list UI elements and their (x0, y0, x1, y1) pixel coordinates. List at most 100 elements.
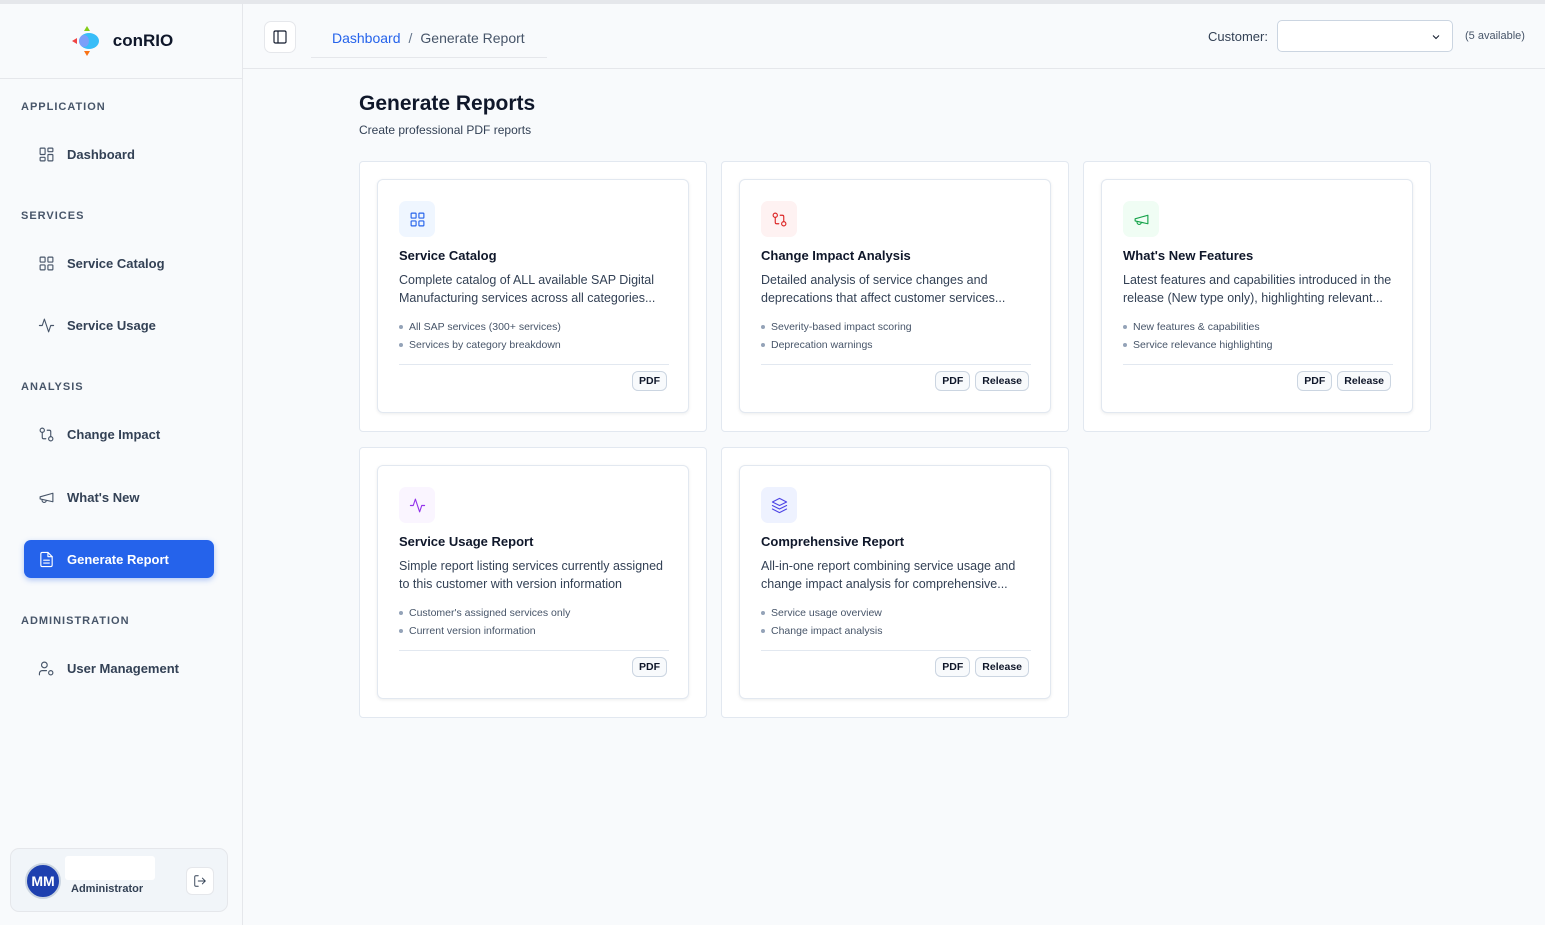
section-title-services: SERVICES (21, 210, 85, 222)
report-feature-item: Services by category breakdown (399, 336, 561, 354)
report-badges: PDF (632, 657, 667, 677)
logo-area[interactable]: conRIO (0, 4, 242, 79)
customer-label: Customer: (1208, 29, 1268, 44)
report-badges: PDF Release (935, 371, 1029, 391)
layers-icon (771, 497, 787, 513)
sidebar-item-dashboard[interactable]: Dashboard (24, 135, 214, 173)
report-feature-item: New features & capabilities (1123, 318, 1273, 336)
section-title-administration: ADMINISTRATION (21, 615, 130, 627)
report-description-line: to this customer with version informatio… (399, 576, 623, 591)
report-badges: PDF Release (935, 657, 1029, 677)
user-name-redacted (65, 856, 155, 880)
report-features: All SAP services (300+ services) Services… (399, 318, 561, 354)
user-role: Administrator (71, 883, 144, 895)
sidebar-item-change-impact[interactable]: Change Impact (24, 415, 214, 453)
report-feature-item: Severity-based impact scoring (761, 318, 912, 336)
badge-release: Release (975, 657, 1029, 677)
sidebar-item-service-usage[interactable]: Service Usage (24, 306, 214, 344)
report-card-change-impact-analysis[interactable]: Change Impact Analysis Detailed analysis… (721, 161, 1069, 432)
badge-pdf: PDF (632, 371, 667, 391)
sidebar-item-label: Generate Report (67, 551, 169, 567)
avatar[interactable]: MM (25, 863, 61, 899)
section-title-application: APPLICATION (21, 101, 106, 113)
breadcrumb: Dashboard / Generate Report (311, 18, 547, 58)
report-feature-item: Customer's assigned services only (399, 604, 570, 622)
report-badges: PDF Release (1297, 371, 1391, 391)
report-description: Simple report listing services currently… (399, 558, 669, 593)
report-card-inner[interactable]: What's New Features Latest features and … (1101, 179, 1413, 413)
report-feature-item: Change impact analysis (761, 622, 882, 640)
report-description-line: change impact analysis for comprehensive… (761, 576, 1008, 591)
report-description: Latest features and capabilities introdu… (1123, 272, 1393, 307)
customer-available-count: (5 available) (1465, 30, 1525, 42)
sidebar-toggle-button[interactable] (264, 21, 296, 53)
badge-pdf: PDF (1297, 371, 1333, 391)
sidebar-item-label: Change Impact (67, 426, 161, 442)
section-title-analysis: ANALYSIS (21, 381, 84, 393)
badge-release: Release (1337, 371, 1391, 391)
report-title: Comprehensive Report (761, 534, 905, 549)
sidebar: conRIO APPLICATION Dashboard SERVICES Se… (0, 4, 243, 925)
activity-icon (38, 318, 55, 332)
divider (761, 364, 1031, 365)
sidebar-item-service-catalog[interactable]: Service Catalog (24, 244, 214, 282)
report-icon-box (761, 487, 797, 523)
report-description-line: Latest features and capabilities introdu… (1123, 273, 1392, 287)
badge-pdf: PDF (632, 657, 667, 677)
report-card-what-s-new-features[interactable]: What's New Features Latest features and … (1083, 161, 1431, 432)
report-card-inner[interactable]: Comprehensive Report All-in-one report c… (739, 465, 1051, 699)
report-badges: PDF (632, 371, 667, 391)
grid-icon (39, 256, 54, 270)
customer-select[interactable] (1277, 20, 1453, 52)
sidebar-item-generate-report[interactable]: Generate Report (24, 540, 214, 578)
logout-button[interactable] (186, 867, 214, 895)
breadcrumb-current: Generate Report (420, 29, 525, 46)
report-card-comprehensive-report[interactable]: Comprehensive Report All-in-one report c… (721, 447, 1069, 718)
report-description-line: release (New type only), highlighting re… (1123, 290, 1383, 305)
badge-release: Release (975, 371, 1029, 391)
report-features: Severity-based impact scoring Deprecation… (761, 318, 912, 354)
report-description: Complete catalog of ALL available SAP Di… (399, 272, 669, 307)
panel-left-icon (273, 30, 287, 44)
report-features: New features & capabilities Service relev… (1123, 318, 1273, 354)
breadcrumb-separator: / (408, 29, 413, 46)
report-description-line: Simple report listing services currently… (399, 559, 663, 573)
report-card-service-catalog[interactable]: Service Catalog Complete catalog of ALL … (359, 161, 707, 432)
report-description: Detailed analysis of service changes and… (761, 272, 1031, 307)
git-compare-icon (772, 212, 786, 226)
megaphone-icon (1134, 214, 1148, 225)
file-text-icon (40, 551, 53, 567)
report-features: Customer's assigned services only Current… (399, 604, 570, 640)
report-icon-box (399, 487, 435, 523)
report-icon-box (1123, 201, 1159, 237)
grid-icon (39, 147, 54, 161)
divider (399, 364, 669, 365)
report-card-inner[interactable]: Service Usage Report Simple report listi… (377, 465, 689, 699)
report-description-line: Manufacturing services across all catego… (399, 290, 656, 305)
report-icon-box (761, 201, 797, 237)
report-card-inner[interactable]: Change Impact Analysis Detailed analysis… (739, 179, 1051, 413)
report-title: Change Impact Analysis (761, 248, 911, 263)
report-title: What's New Features (1123, 248, 1254, 263)
report-card-inner[interactable]: Service Catalog Complete catalog of ALL … (377, 179, 689, 413)
report-feature-item: Deprecation warnings (761, 336, 912, 354)
report-icon-box (399, 201, 435, 237)
report-description-line: Detailed analysis of service changes and (761, 273, 988, 287)
sidebar-item-user-management[interactable]: User Management (24, 649, 214, 687)
sidebar-item-whats-new[interactable]: What's New (24, 478, 214, 516)
megaphone-icon (39, 492, 54, 503)
breadcrumb-link-dashboard[interactable]: Dashboard (332, 30, 401, 46)
divider (399, 650, 669, 651)
sidebar-item-label: Service Catalog (67, 255, 165, 271)
sidebar-item-label: Service Usage (67, 317, 156, 333)
page-title: Generate Reports (359, 92, 536, 115)
git-compare-icon (39, 427, 54, 441)
logout-icon (194, 875, 206, 887)
report-description-line: All-in-one report combining service usag… (761, 559, 1016, 573)
report-card-service-usage-report[interactable]: Service Usage Report Simple report listi… (359, 447, 707, 718)
user-card: MM Administrator (10, 848, 228, 912)
badge-pdf: PDF (935, 371, 971, 391)
chevron-down-icon (1432, 35, 1440, 40)
report-feature-item: All SAP services (300+ services) (399, 318, 561, 336)
report-title: Service Catalog (399, 248, 497, 263)
